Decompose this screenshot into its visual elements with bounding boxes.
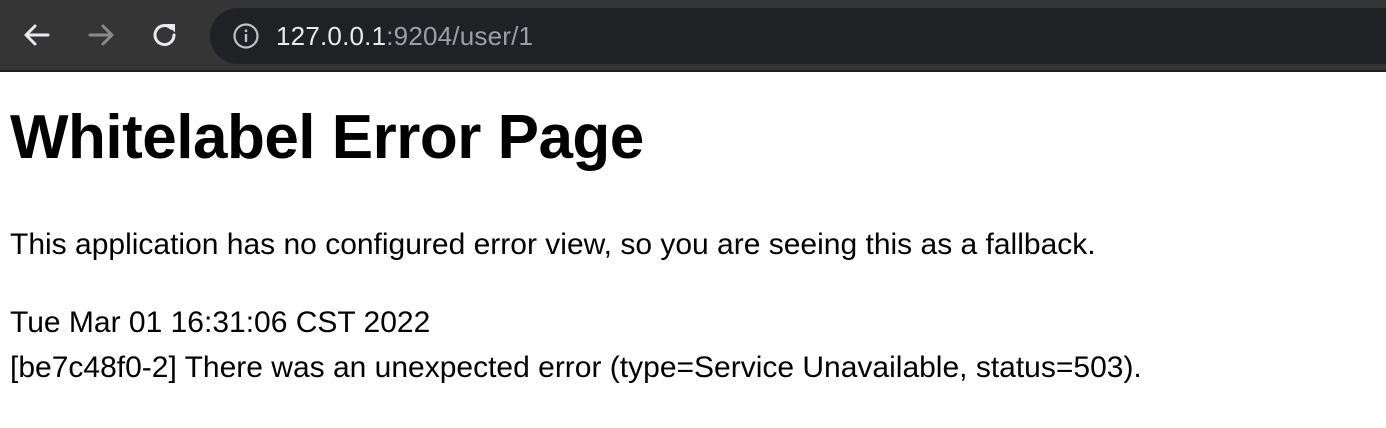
back-button[interactable] [16, 14, 58, 56]
arrow-right-icon [88, 24, 114, 46]
address-bar[interactable]: 127.0.0.1:9204/user/1 [210, 8, 1386, 64]
fallback-message: This application has no configured error… [10, 228, 1096, 261]
reload-icon [153, 24, 176, 47]
error-details: [be7c48f0-2] There was an unexpected err… [10, 351, 1142, 384]
arrow-left-icon [24, 24, 50, 46]
reload-button[interactable] [144, 14, 186, 56]
url-path: :9204/user/1 [386, 20, 534, 51]
url-text[interactable]: 127.0.0.1:9204/user/1 [276, 21, 533, 52]
browser-toolbar: 127.0.0.1:9204/user/1 [0, 0, 1386, 72]
page-title: Whitelabel Error Page [10, 103, 644, 172]
info-icon[interactable] [232, 22, 260, 50]
forward-button[interactable] [80, 14, 122, 56]
error-timestamp: Tue Mar 01 16:31:06 CST 2022 [10, 306, 431, 339]
url-host: 127.0.0.1 [276, 20, 387, 51]
